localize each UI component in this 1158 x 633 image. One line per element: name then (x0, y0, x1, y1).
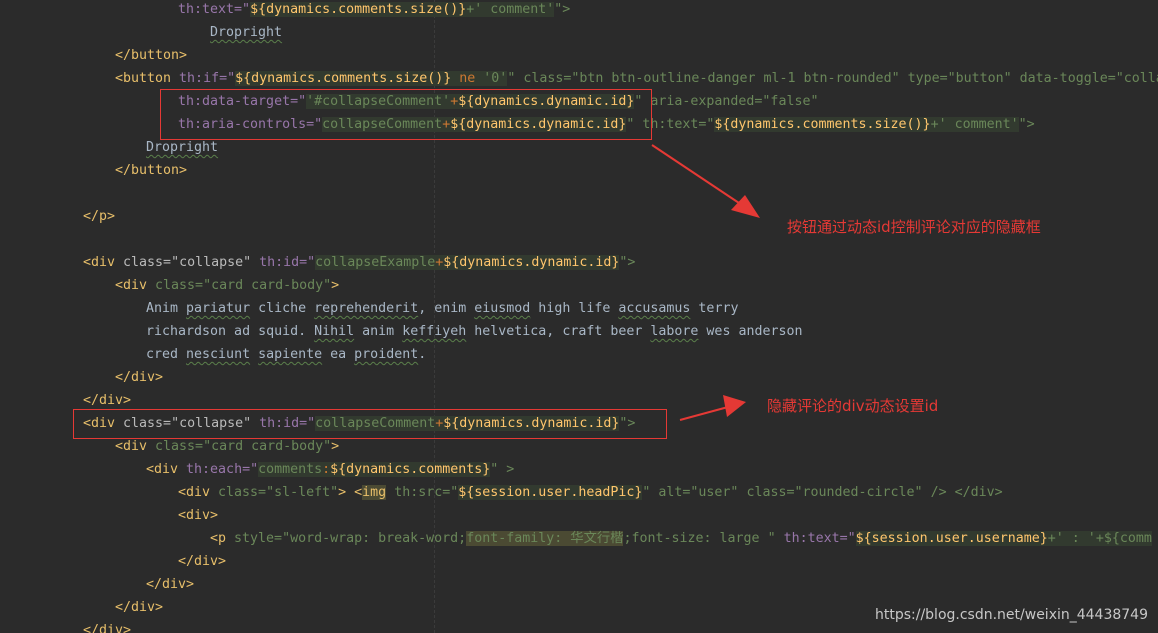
watermark: https://blog.csdn.net/weixin_44438749 (874, 607, 1148, 623)
arrow-icon (651, 144, 760, 421)
code-editor[interactable]: th:text="${dynamics.comments.size()}+' c… (0, 0, 1158, 633)
annotation-note: 按钮通过动态id控制评论对应的隐藏框 (787, 218, 1041, 236)
annotation-note: 隐藏评论的div动态设置id (767, 397, 939, 415)
